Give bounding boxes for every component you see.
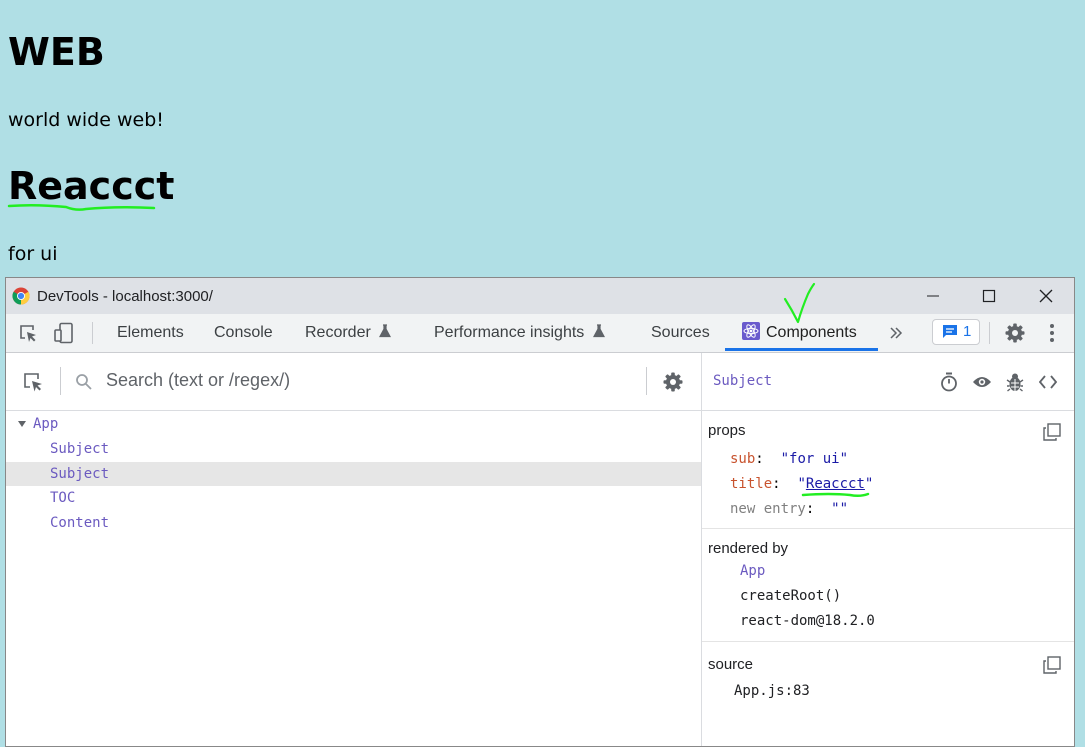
inspect-element-button[interactable]: [16, 322, 40, 344]
search-icon: [76, 374, 92, 390]
window-title: DevTools - localhost:3000/: [37, 288, 213, 305]
prop-row-sub[interactable]: sub: "for ui": [730, 451, 848, 467]
issues-count: 1: [963, 323, 972, 340]
inspect-dom-button[interactable]: [971, 371, 993, 393]
copy-source-button[interactable]: [1042, 655, 1062, 675]
rendered-by-createroot: createRoot(): [740, 588, 842, 604]
tree-item-subject[interactable]: Subject: [6, 437, 701, 461]
select-component-button[interactable]: [22, 371, 44, 393]
section-divider: [702, 641, 1074, 642]
maximize-icon: [982, 289, 996, 303]
inspector-header: Subject: [702, 353, 1074, 411]
tab-console[interactable]: Console: [214, 314, 273, 352]
text-web: world wide web!: [8, 109, 164, 131]
tree-item-app[interactable]: App: [6, 412, 701, 436]
copy-icon: [1043, 656, 1061, 674]
devtools-window: DevTools - localhost:3000/ Elements Cons…: [5, 277, 1075, 747]
suspend-button[interactable]: [938, 371, 960, 393]
copy-props-button[interactable]: [1042, 422, 1062, 442]
rendered-by-title: rendered by: [708, 540, 789, 557]
close-icon: [1039, 289, 1053, 303]
inspector-pane: Subject props sub: "for ui" title: "Reac…: [702, 353, 1074, 746]
tab-performance-insights[interactable]: Performance insights: [434, 314, 605, 352]
device-toolbar-icon: [54, 322, 73, 344]
tree-item-content[interactable]: Content: [6, 511, 701, 535]
rendered-by-react-dom: react-dom@18.2.0: [740, 613, 875, 629]
title-value[interactable]: Reaccct: [806, 476, 865, 492]
minimize-button[interactable]: [905, 278, 961, 314]
eye-icon: [973, 377, 991, 387]
prop-row-new-entry[interactable]: new entry: "": [730, 501, 848, 517]
kebab-menu-icon: [1050, 324, 1054, 342]
select-element-icon: [24, 373, 42, 392]
log-data-button[interactable]: [1004, 371, 1026, 393]
tree-item-subject-selected[interactable]: Subject: [6, 462, 701, 486]
code-icon: [1039, 375, 1057, 389]
maximize-button[interactable]: [961, 278, 1017, 314]
inspect-icon: [20, 325, 36, 342]
experiment-flask-icon: [379, 324, 392, 338]
tree-item-toc[interactable]: TOC: [6, 486, 701, 510]
section-divider: [702, 528, 1074, 529]
chevron-double-right-icon: [890, 327, 903, 339]
search-divider: [646, 367, 647, 395]
rendered-by-app[interactable]: App: [740, 563, 765, 579]
gear-icon: [663, 372, 683, 392]
tab-sources[interactable]: Sources: [651, 314, 710, 352]
bug-icon: [1006, 373, 1024, 392]
view-source-button[interactable]: [1037, 371, 1059, 393]
copy-icon: [1043, 423, 1061, 441]
heading-web: WEB: [8, 30, 105, 74]
message-icon: [943, 325, 957, 338]
heading-react: Reaccct: [8, 164, 175, 208]
search-input[interactable]: [106, 370, 626, 391]
device-toggle-button[interactable]: [52, 322, 76, 344]
issues-button[interactable]: 1: [932, 319, 980, 345]
settings-button[interactable]: [1003, 321, 1027, 345]
toolbar-divider: [92, 322, 93, 344]
props-section-title: props: [708, 422, 746, 439]
prop-row-title[interactable]: title: "Reaccct": [730, 476, 873, 492]
active-tab-indicator: [725, 348, 878, 351]
source-location[interactable]: App.js:83: [734, 683, 810, 699]
tree-settings-button[interactable]: [662, 371, 684, 393]
more-tabs-button[interactable]: [886, 322, 906, 344]
component-tree-pane: App Subject Subject TOC Content: [6, 353, 702, 746]
selected-component-name: Subject: [713, 373, 773, 389]
window-titlebar[interactable]: DevTools - localhost:3000/: [6, 278, 1074, 314]
react-icon: [742, 322, 760, 340]
close-button[interactable]: [1018, 278, 1074, 314]
gear-icon: [1005, 323, 1025, 343]
tab-components[interactable]: Components: [742, 314, 857, 352]
source-section-title: source: [708, 656, 754, 673]
search-divider: [60, 367, 61, 395]
component-search-bar: [6, 353, 701, 411]
minimize-icon: [927, 295, 939, 297]
more-options-button[interactable]: [1042, 321, 1062, 345]
toolbar-divider: [989, 322, 990, 344]
tab-recorder[interactable]: Recorder: [305, 314, 392, 352]
tab-elements[interactable]: Elements: [117, 314, 184, 352]
text-react: for ui: [8, 243, 58, 265]
caret-down-icon: [18, 421, 26, 427]
stopwatch-icon: [941, 372, 957, 392]
chrome-icon: [12, 287, 30, 305]
devtools-tabbar: Elements Console Recorder Performance in…: [6, 314, 1074, 353]
experiment-flask-icon: [592, 324, 605, 338]
